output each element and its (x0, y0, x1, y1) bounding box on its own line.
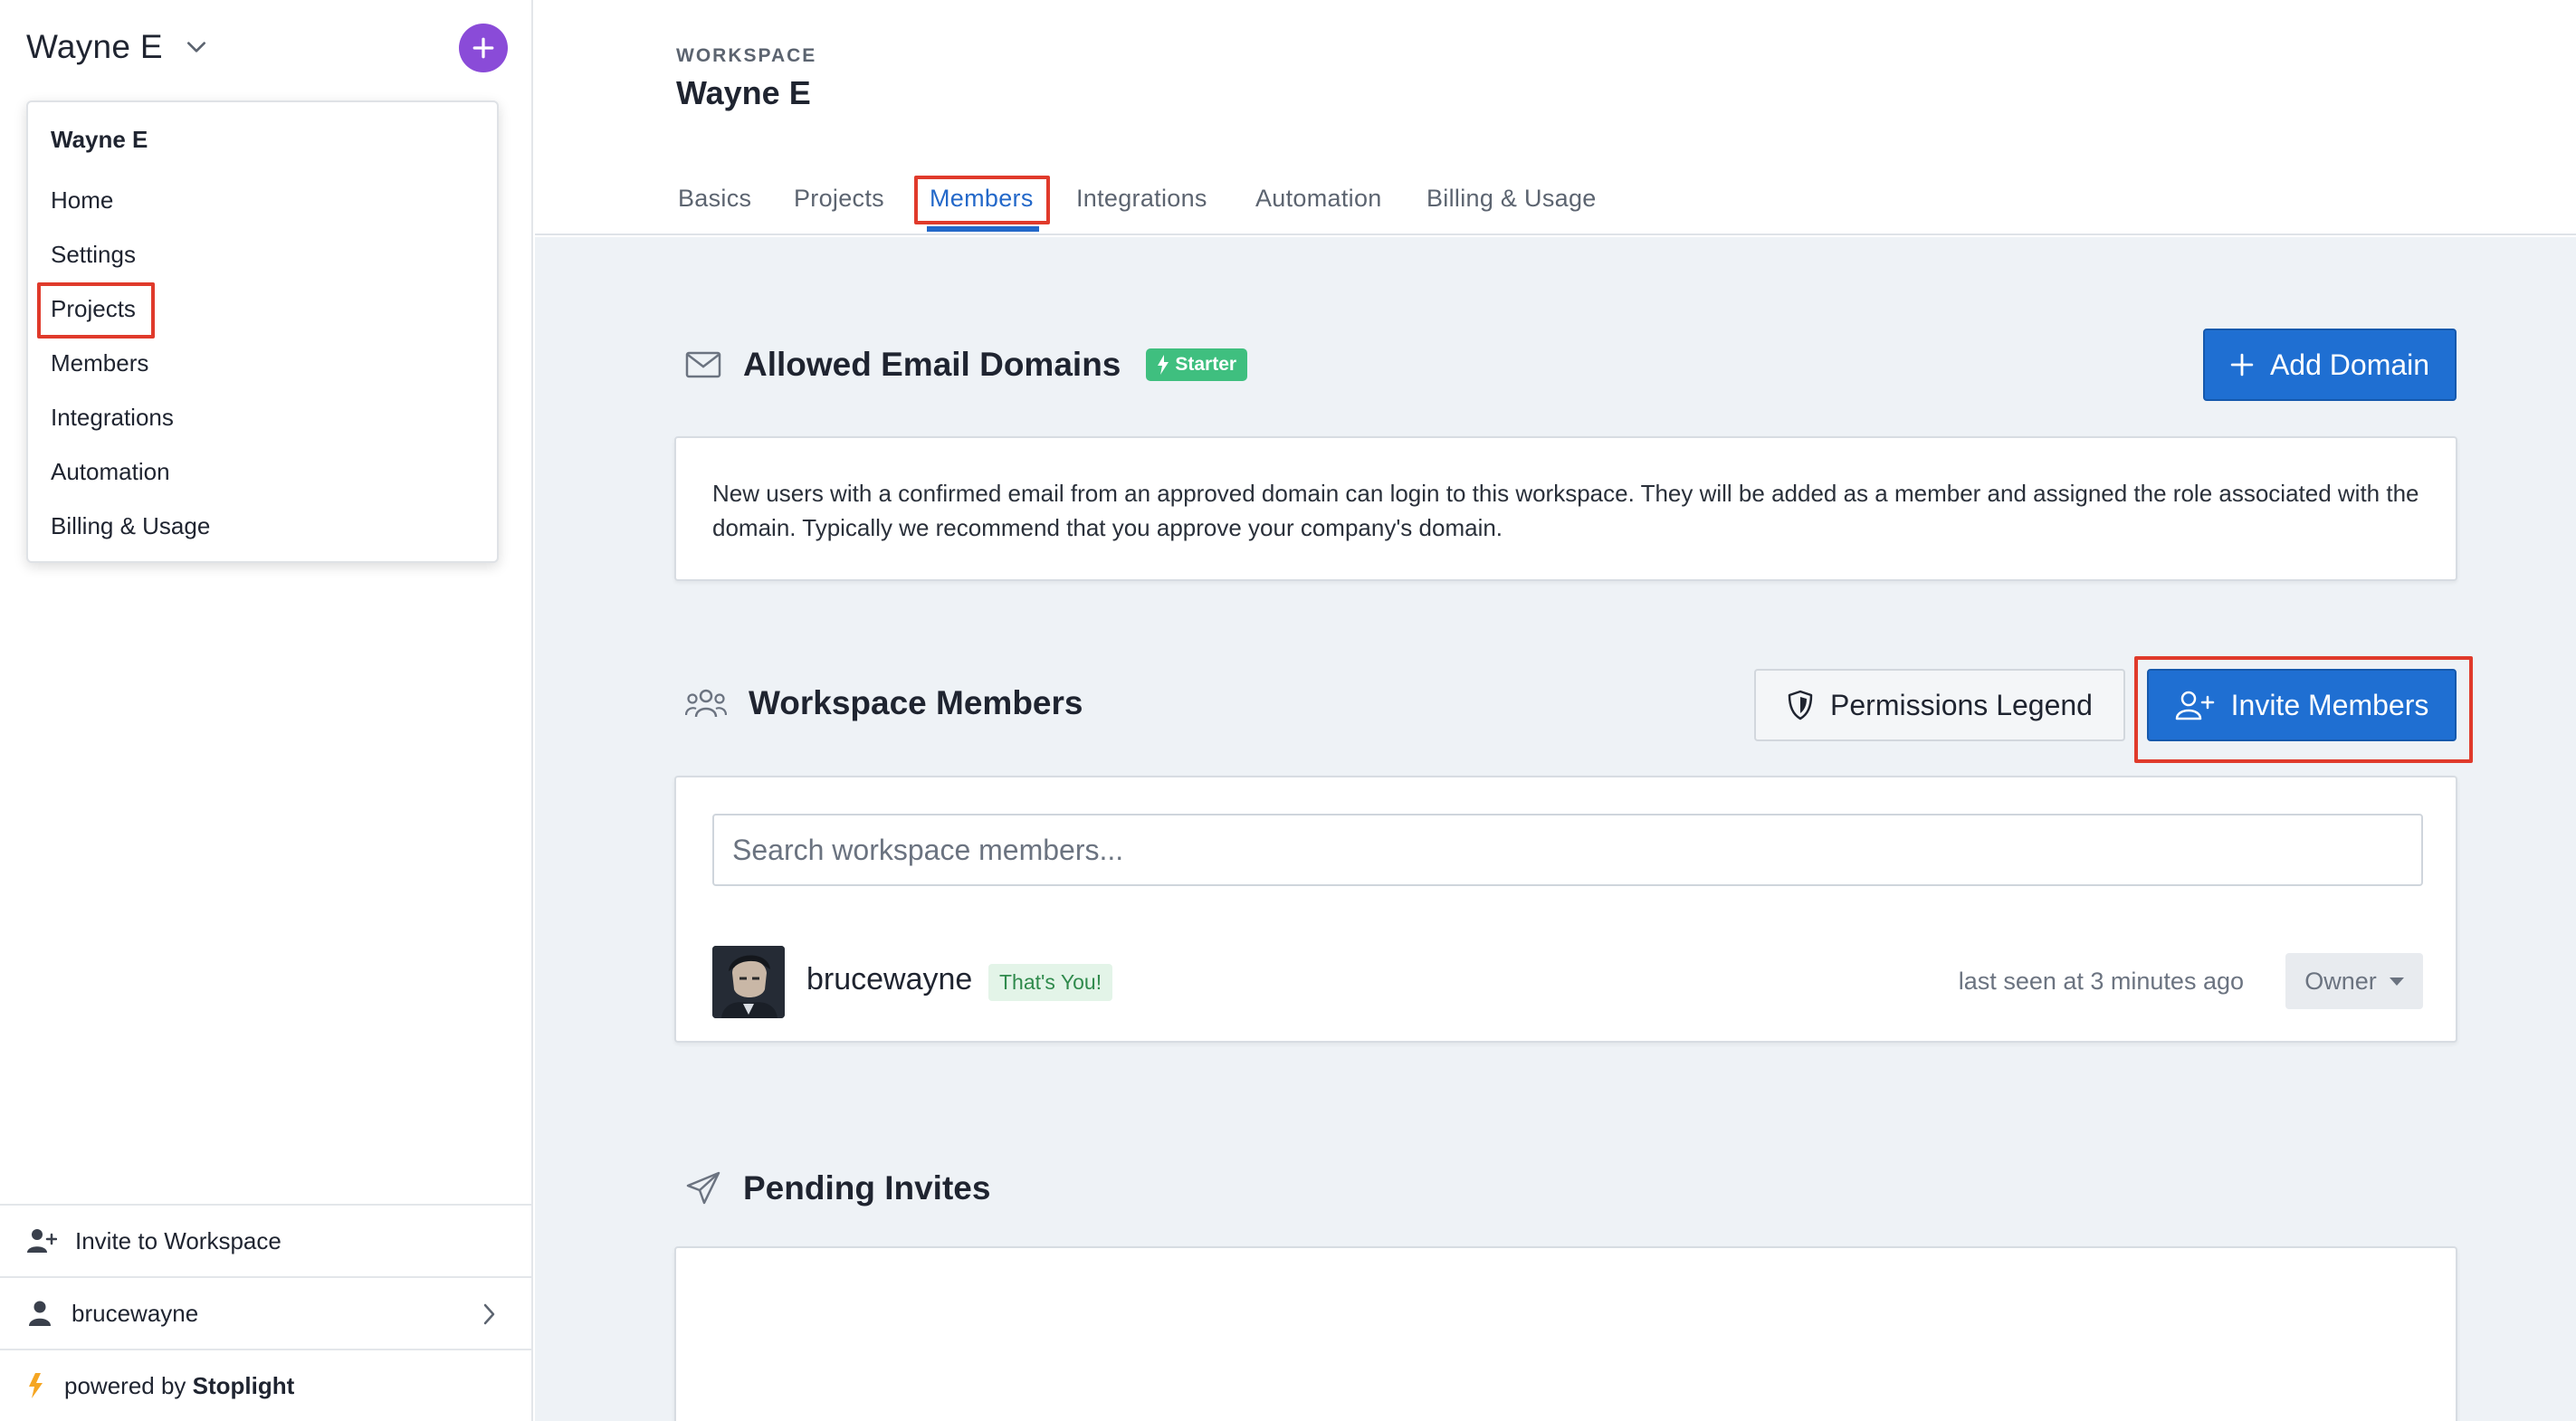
powered-by-text: powered by Stoplight (64, 1372, 294, 1400)
paper-plane-icon (686, 1171, 720, 1205)
starter-badge: Starter (1146, 348, 1248, 381)
invite-to-workspace-label: Invite to Workspace (75, 1226, 281, 1254)
tab-integrations[interactable]: Integrations (1076, 185, 1207, 213)
add-domain-label: Add Domain (2269, 348, 2430, 381)
menu-item-members[interactable]: Members (51, 345, 148, 381)
page-title: Wayne E (676, 74, 811, 111)
menu-item-integrations[interactable]: Integrations (51, 399, 174, 435)
permissions-legend-button[interactable]: Permissions Legend (1754, 669, 2125, 741)
workspace-switcher[interactable]: Wayne E (26, 24, 208, 71)
workspace-kicker: WORKSPACE (676, 45, 817, 66)
tab-billing[interactable]: Billing & Usage (1426, 185, 1597, 213)
powered-by-brand: Stoplight (192, 1371, 295, 1399)
envelope-icon (685, 351, 721, 378)
workspace-menu-header: Wayne E (51, 126, 148, 153)
menu-item-settings[interactable]: Settings (51, 236, 136, 272)
menu-item-billing[interactable]: Billing & Usage (51, 508, 210, 544)
bolt-icon (1158, 355, 1169, 375)
tab-basics[interactable]: Basics (678, 185, 751, 213)
starter-badge-label: Starter (1175, 354, 1237, 375)
users-icon (685, 689, 727, 718)
pending-invites-title: Pending Invites (743, 1169, 991, 1206)
current-user-badge: That's You! (988, 964, 1113, 1001)
shield-icon (1788, 690, 1813, 720)
chevron-right-icon (483, 1303, 495, 1325)
menu-item-home[interactable]: Home (51, 182, 113, 218)
tab-automation[interactable]: Automation (1255, 185, 1382, 213)
powered-by-prefix: powered by (64, 1371, 186, 1399)
highlight-members-tab (914, 176, 1050, 224)
stoplight-logo-icon (29, 1373, 43, 1398)
workspace-members-title: Workspace Members (749, 684, 1083, 721)
permissions-legend-label: Permissions Legend (1830, 688, 2093, 721)
avatar (712, 946, 785, 1018)
plus-icon (2230, 353, 2254, 377)
allowed-domains-description: New users with a confirmed email from an… (712, 480, 2419, 541)
add-button[interactable] (459, 24, 508, 72)
highlight-projects (37, 282, 155, 339)
add-domain-button[interactable]: Add Domain (2203, 329, 2457, 401)
workspace-members-heading: Workspace Members (685, 684, 1083, 722)
workspace-menu: Wayne E Home Settings Projects Members I… (26, 100, 499, 563)
member-name: brucewayne (806, 962, 973, 997)
user-menu-label: brucewayne (72, 1299, 199, 1327)
allowed-domains-card: New users with a confirmed email from an… (674, 436, 2457, 581)
user-icon (29, 1301, 51, 1326)
caret-down-icon (2389, 977, 2404, 986)
workspace-switcher-title: Wayne E (26, 28, 163, 65)
invite-to-workspace-link[interactable]: Invite to Workspace (0, 1204, 533, 1276)
tab-projects[interactable]: Projects (794, 185, 884, 213)
active-tab-indicator (927, 226, 1039, 232)
chevron-down-icon (186, 42, 205, 52)
avatar-portrait (712, 946, 785, 1018)
sidebar: Wayne E Wayne E Home Settings Projects M… (0, 0, 533, 1421)
main-content: Allowed Email Domains Starter Add Domain… (535, 237, 2576, 1421)
allowed-domains-heading: Allowed Email Domains Starter (685, 346, 1248, 384)
workspace-header: WORKSPACE Wayne E Basics Projects Member… (535, 0, 2576, 235)
menu-item-automation[interactable]: Automation (51, 453, 170, 490)
pending-invites-card (674, 1246, 2457, 1421)
powered-by[interactable]: powered by Stoplight (0, 1349, 533, 1421)
user-plus-icon (27, 1229, 57, 1253)
member-last-seen: last seen at 3 minutes ago (1958, 968, 2244, 995)
workspace-members-card: brucewayne That's You! last seen at 3 mi… (674, 776, 2457, 1043)
plus-icon (472, 37, 494, 59)
member-role-select[interactable]: Owner (2285, 953, 2423, 1009)
user-menu[interactable]: brucewayne (0, 1276, 533, 1349)
allowed-domains-title: Allowed Email Domains (743, 346, 1121, 383)
search-members-input[interactable] (712, 814, 2423, 886)
member-row: brucewayne That's You! last seen at 3 mi… (712, 946, 2423, 1018)
highlight-invite-members (2134, 656, 2473, 763)
member-role-value: Owner (2304, 967, 2377, 995)
pending-invites-heading: Pending Invites (685, 1169, 990, 1207)
